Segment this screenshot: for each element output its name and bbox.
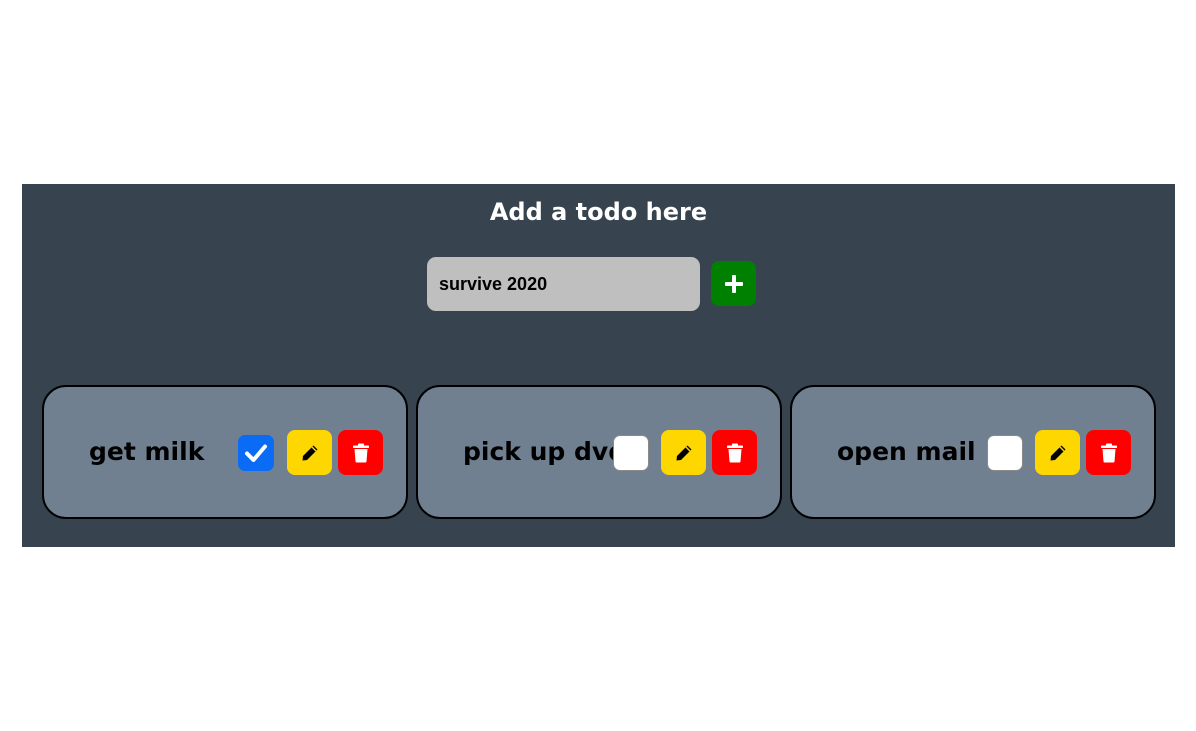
delete-todo-button[interactable] <box>712 430 757 475</box>
todo-done-checkbox[interactable] <box>987 435 1023 471</box>
todo-done-checkbox[interactable] <box>238 435 274 471</box>
pencil-icon <box>302 445 317 460</box>
trash-icon <box>352 443 369 462</box>
todo-card: pick up dvd <box>416 385 782 519</box>
todo-card: open mail <box>790 385 1156 519</box>
edit-todo-button[interactable] <box>1035 430 1080 475</box>
pencil-icon <box>1050 445 1065 460</box>
pencil-icon <box>676 445 691 460</box>
todo-input[interactable] <box>427 257 700 311</box>
todo-title: get milk <box>89 437 205 466</box>
page-title: Add a todo here <box>489 198 708 226</box>
add-todo-button[interactable] <box>711 261 756 306</box>
trash-icon <box>1100 443 1117 462</box>
todo-card: get milk <box>42 385 408 519</box>
edit-todo-button[interactable] <box>661 430 706 475</box>
check-icon <box>245 444 267 462</box>
delete-todo-button[interactable] <box>1086 430 1131 475</box>
todo-panel: Add a todo here get milk <box>22 184 1175 547</box>
delete-todo-button[interactable] <box>338 430 383 475</box>
trash-icon <box>726 443 743 462</box>
todo-title: open mail <box>837 437 976 466</box>
edit-todo-button[interactable] <box>287 430 332 475</box>
todo-done-checkbox[interactable] <box>613 435 649 471</box>
todo-title: pick up dvd <box>463 437 627 466</box>
plus-icon <box>724 274 743 293</box>
